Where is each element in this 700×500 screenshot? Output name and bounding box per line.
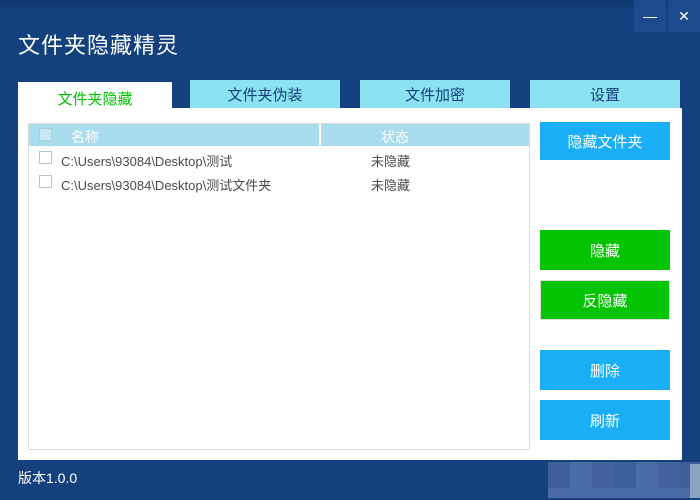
tab-folder-disguise[interactable]: 文件夹伪装 xyxy=(190,80,340,108)
tab-folder-hide[interactable]: 文件夹隐藏 xyxy=(18,82,172,114)
table-row[interactable]: C:\Users\93084\Desktop\测试文件夹 未隐藏 xyxy=(29,170,529,194)
column-header-status: 状态 xyxy=(381,129,409,145)
watermark-blur-strip xyxy=(548,488,700,498)
column-header-name: 名称 xyxy=(71,129,99,145)
folder-path: C:\Users\93084\Desktop\测试文件夹 xyxy=(61,178,272,193)
close-icon: ✕ xyxy=(678,7,690,24)
table-header: 名称 状态 xyxy=(29,124,529,146)
table-row[interactable]: C:\Users\93084\Desktop\测试 未隐藏 xyxy=(29,146,529,170)
watermark-blur xyxy=(548,462,700,488)
refresh-button[interactable]: 刷新 xyxy=(540,400,670,440)
watermark-blur-tip xyxy=(690,464,700,498)
close-button[interactable]: ✕ xyxy=(668,0,700,32)
app-window: { "window": { "title": "文件夹隐藏精灵", "minim… xyxy=(0,0,700,500)
column-divider xyxy=(319,124,321,146)
select-all-checkbox[interactable] xyxy=(39,128,52,141)
row-checkbox[interactable] xyxy=(39,151,52,164)
tab-label: 文件夹隐藏 xyxy=(57,90,133,108)
app-title: 文件夹隐藏精灵 xyxy=(18,33,180,58)
tab-label: 设置 xyxy=(589,86,620,104)
delete-button[interactable]: 删除 xyxy=(540,350,670,390)
folder-path: C:\Users\93084\Desktop\测试 xyxy=(61,154,233,169)
hide-folder-button[interactable]: 隐藏文件夹 xyxy=(540,122,670,160)
folder-table: 名称 状态 C:\Users\93084\Desktop\测试 未隐藏 C:\U… xyxy=(28,123,530,450)
minimize-icon: — xyxy=(643,8,657,24)
tab-label: 文件夹伪装 xyxy=(227,86,303,104)
tab-file-encrypt[interactable]: 文件加密 xyxy=(360,80,510,108)
folder-status: 未隐藏 xyxy=(371,178,411,193)
row-checkbox[interactable] xyxy=(39,175,52,188)
tab-label: 文件加密 xyxy=(404,86,465,104)
window-top-border xyxy=(0,0,700,7)
folder-status: 未隐藏 xyxy=(371,154,411,169)
minimize-button[interactable]: — xyxy=(634,0,666,32)
unhide-button[interactable]: 反隐藏 xyxy=(540,280,670,320)
tab-settings[interactable]: 设置 xyxy=(530,80,680,108)
version-label: 版本1.0.0 xyxy=(18,470,78,486)
hide-button[interactable]: 隐藏 xyxy=(540,230,670,270)
